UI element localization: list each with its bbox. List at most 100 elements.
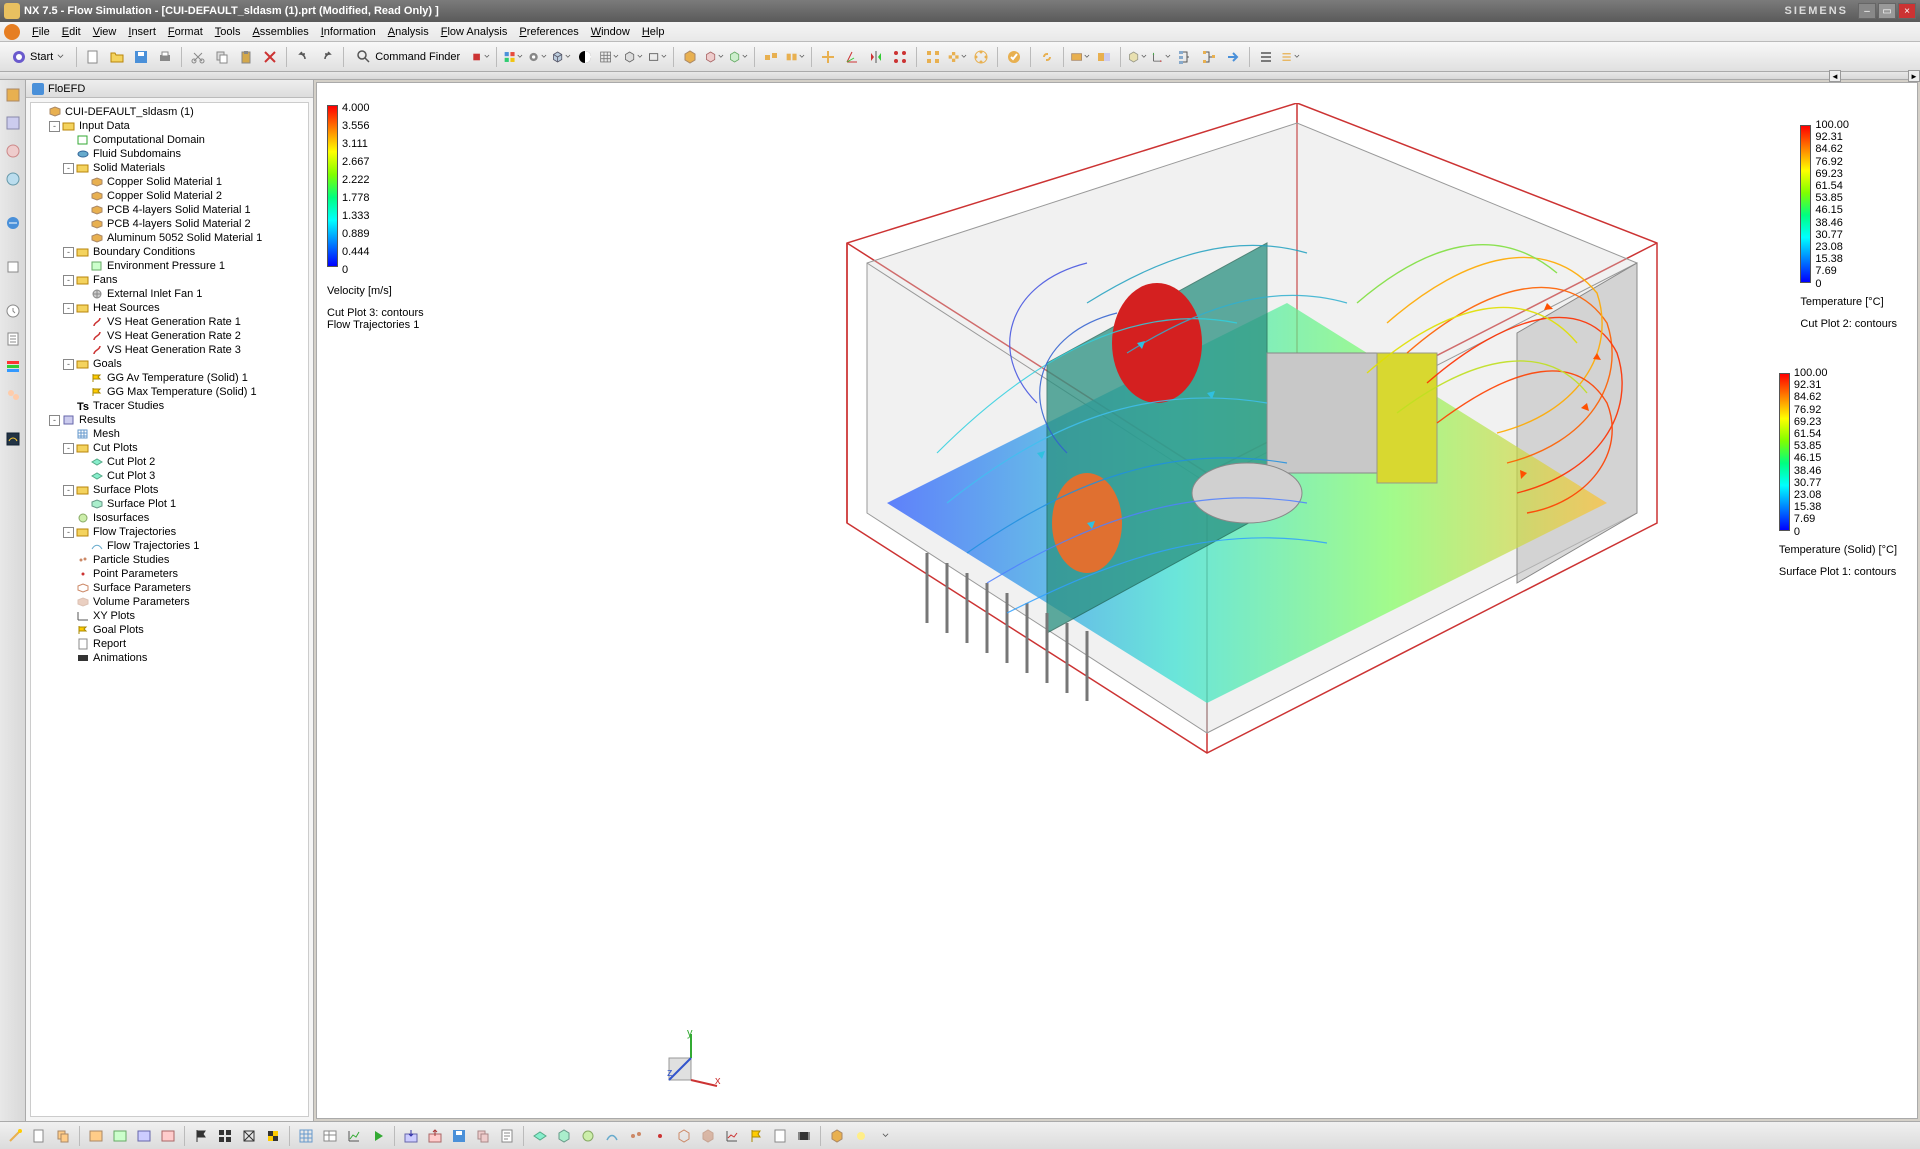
bb-goals-button[interactable] [157,1125,179,1147]
tree-node-environment-pressure-1[interactable]: Environment Pressure 1 [31,259,308,273]
bb-particle-button[interactable] [625,1125,647,1147]
bb-report-button[interactable] [769,1125,791,1147]
tree-node-gg-av-temperature-solid-1[interactable]: GG Av Temperature (Solid) 1 [31,371,308,385]
scroll-left-button[interactable]: ◄ [1829,70,1841,82]
tree-node-vs-heat-generation-rate-3[interactable]: VS Heat Generation Rate 3 [31,343,308,357]
list-button[interactable] [1255,46,1277,68]
tree-twisty[interactable]: - [49,121,60,132]
bb-lighting-button[interactable] [850,1125,872,1147]
assy2-button[interactable] [703,46,725,68]
check-button[interactable] [1003,46,1025,68]
tree-node-particle-studies[interactable]: Particle Studies [31,553,308,567]
selection-filter-button[interactable] [502,46,524,68]
bb-display-button[interactable] [826,1125,848,1147]
bb-flowtraj-button[interactable] [601,1125,623,1147]
close-button[interactable]: × [1898,3,1916,19]
bb-volparam-button[interactable] [697,1125,719,1147]
tree-node-isosurfaces[interactable]: Isosurfaces [31,511,308,525]
tree-node-aluminum-5052-solid-material-1[interactable]: Aluminum 5052 Solid Material 1 [31,231,308,245]
list2-button[interactable] [1279,46,1301,68]
tree-node-computational-domain[interactable]: Computational Domain [31,133,308,147]
ex4-button[interactable] [1198,46,1220,68]
floefd-button[interactable] [3,428,23,450]
bb-anim-button[interactable] [793,1125,815,1147]
tree-node-surface-plot-1[interactable]: Surface Plot 1 [31,497,308,511]
bb-summary-button[interactable] [496,1125,518,1147]
menu-insert[interactable]: Insert [122,24,162,40]
menu-edit[interactable]: Edit [56,24,87,40]
bb-general-button[interactable] [85,1125,107,1147]
maximize-button[interactable]: ▭ [1878,3,1896,19]
save-button[interactable] [130,46,152,68]
move4-button[interactable] [889,46,911,68]
ie-button[interactable] [3,212,23,234]
tree-node-external-inlet-fan-1[interactable]: External Inlet Fan 1 [31,287,308,301]
move3-button[interactable] [865,46,887,68]
assy3-button[interactable] [727,46,749,68]
tree-twisty[interactable]: - [49,415,60,426]
pat3-button[interactable] [970,46,992,68]
tree-node-animations[interactable]: Animations [31,651,308,665]
tree-node-pcb-4-layers-solid-material-2[interactable]: PCB 4-layers Solid Material 2 [31,217,308,231]
tree-twisty[interactable]: - [63,527,74,538]
bb-unload-button[interactable] [424,1125,446,1147]
tree-node-xy-plots[interactable]: XY Plots [31,609,308,623]
tree-node-vs-heat-generation-rate-1[interactable]: VS Heat Generation Rate 1 [31,315,308,329]
tree-node-gg-max-temperature-solid-1[interactable]: GG Max Temperature (Solid) 1 [31,385,308,399]
cut-button[interactable] [187,46,209,68]
tree-twisty[interactable]: - [63,163,74,174]
roles-button[interactable] [3,384,23,406]
menu-tools[interactable]: Tools [209,24,247,40]
bb-units-button[interactable] [109,1125,131,1147]
start-button[interactable]: Start [4,46,71,68]
undo-button[interactable] [292,46,314,68]
bb-copy2-button[interactable] [472,1125,494,1147]
tree-node-copper-solid-material-1[interactable]: Copper Solid Material 1 [31,175,308,189]
new-button[interactable] [82,46,104,68]
bb-solve-button[interactable] [238,1125,260,1147]
wave-button[interactable] [1069,46,1091,68]
bb-chart-button[interactable] [343,1125,365,1147]
tree-node-point-parameters[interactable]: Point Parameters [31,567,308,581]
bb-point-button[interactable] [649,1125,671,1147]
menu-analysis[interactable]: Analysis [382,24,435,40]
tree-node-cut-plot-2[interactable]: Cut Plot 2 [31,455,308,469]
paste-button[interactable] [235,46,257,68]
command-finder-button[interactable]: Command Finder [349,46,467,68]
bb-surfparam-button[interactable] [673,1125,695,1147]
tree-node-cut-plots[interactable]: -Cut Plots [31,441,308,455]
move2-button[interactable] [841,46,863,68]
menu-window[interactable]: Window [585,24,636,40]
bb-more-button[interactable] [874,1125,896,1147]
cube-button[interactable] [550,46,572,68]
tool4-button[interactable] [622,46,644,68]
view-triad[interactable]: x y z [667,1028,727,1088]
tree-node-heat-sources[interactable]: -Heat Sources [31,301,308,315]
part-nav-button[interactable] [3,112,23,134]
tree-node-volume-parameters[interactable]: Volume Parameters [31,595,308,609]
rect-button[interactable] [646,46,668,68]
delete-button[interactable] [259,46,281,68]
menu-file[interactable]: File [26,24,56,40]
menu-view[interactable]: View [87,24,123,40]
tree-body[interactable]: CUI-DEFAULT_sldasm (1)-Input DataComputa… [30,102,309,1117]
bb-new-button[interactable] [28,1125,50,1147]
pat1-button[interactable] [922,46,944,68]
print-button[interactable] [154,46,176,68]
tree-node-results[interactable]: -Results [31,413,308,427]
tree-node-goal-plots[interactable]: Goal Plots [31,623,308,637]
tree-twisty[interactable]: - [63,359,74,370]
reuse-button[interactable] [3,140,23,162]
tree-node-input-data[interactable]: -Input Data [31,119,308,133]
tree-twisty[interactable]: - [63,485,74,496]
hd3d-button[interactable] [3,168,23,190]
menu-information[interactable]: Information [315,24,382,40]
sphere-button[interactable] [574,46,596,68]
scroll-right-button[interactable]: ► [1908,70,1920,82]
tree-node-flow-trajectories-1[interactable]: Flow Trajectories 1 [31,539,308,553]
tree-node-fluid-subdomains[interactable]: Fluid Subdomains [31,147,308,161]
ex2-button[interactable] [1150,46,1172,68]
tree-node-cui-default-sldasm-1-[interactable]: CUI-DEFAULT_sldasm (1) [31,105,308,119]
tree-node-vs-heat-generation-rate-2[interactable]: VS Heat Generation Rate 2 [31,329,308,343]
bb-load-button[interactable] [400,1125,422,1147]
